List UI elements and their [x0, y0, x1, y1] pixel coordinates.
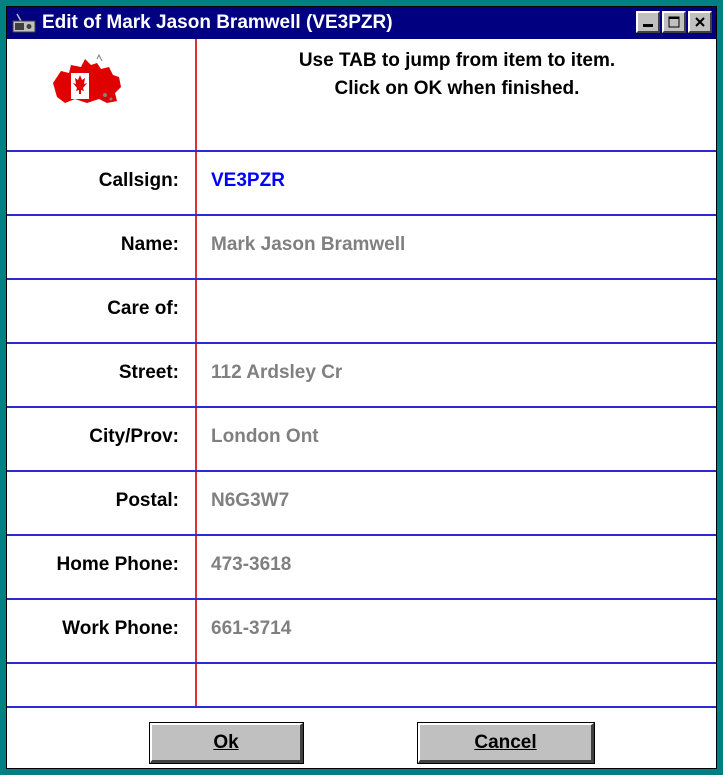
column-divider: [195, 39, 197, 707]
postal-field[interactable]: N6G3W7: [211, 490, 289, 512]
care-of-field[interactable]: [211, 298, 691, 322]
minimize-icon: [643, 24, 653, 27]
street-field[interactable]: 112 Ardsley Cr: [211, 362, 342, 384]
home-phone-label: Home Phone:: [56, 554, 179, 575]
instruction-line: Use TAB to jump from item to item.: [298, 50, 616, 71]
close-button[interactable]: [688, 11, 712, 33]
city-prov-label: City/Prov:: [89, 426, 179, 447]
close-icon: [695, 17, 705, 27]
instruction-line: Click on OK when finished.: [334, 78, 580, 99]
radio-icon[interactable]: [10, 9, 38, 37]
callsign-label: Callsign:: [98, 170, 179, 191]
row-divider: [7, 534, 716, 536]
callsign-field[interactable]: VE3PZR: [211, 170, 285, 192]
name-label: Name:: [120, 234, 179, 255]
window-controls: [636, 11, 712, 33]
cancel-button[interactable]: Cancel: [417, 722, 595, 764]
row-divider: [7, 470, 716, 472]
row-divider: [7, 278, 716, 280]
row-divider: [7, 150, 716, 152]
window-title: Edit of Mark Jason Bramwell (VE3PZR): [42, 12, 393, 33]
row-divider: [7, 598, 716, 600]
care-of-label: Care of:: [107, 298, 179, 319]
row-divider: [7, 706, 716, 708]
minimize-button[interactable]: [636, 11, 660, 33]
ok-button-label: Ok: [213, 731, 239, 753]
home-phone-field[interactable]: 473-3618: [211, 554, 291, 576]
edit-dialog-window: Edit of Mark Jason Bramwell (VE3PZR) Use…: [0, 0, 723, 775]
instructions: Use TAB to jump from item to item. Click…: [207, 47, 707, 103]
title-bar[interactable]: Edit of Mark Jason Bramwell (VE3PZR): [7, 7, 716, 39]
maximize-button[interactable]: [662, 11, 686, 33]
row-divider: [7, 214, 716, 216]
work-phone-label: Work Phone:: [62, 618, 179, 639]
cancel-button-label: Cancel: [474, 731, 537, 753]
ok-button[interactable]: Ok: [149, 722, 304, 764]
work-phone-field[interactable]: 661-3714: [211, 618, 291, 640]
street-label: Street:: [118, 362, 179, 383]
row-divider: [7, 662, 716, 664]
row-divider: [7, 342, 716, 344]
city-prov-field[interactable]: London Ont: [211, 426, 319, 448]
maximize-icon: [668, 16, 680, 28]
postal-label: Postal:: [115, 490, 179, 511]
dialog-body: Edit of Mark Jason Bramwell (VE3PZR) Use…: [6, 6, 717, 769]
canada-map-flag-icon: [47, 53, 127, 114]
row-divider: [7, 406, 716, 408]
name-field[interactable]: Mark Jason Bramwell: [211, 234, 405, 256]
